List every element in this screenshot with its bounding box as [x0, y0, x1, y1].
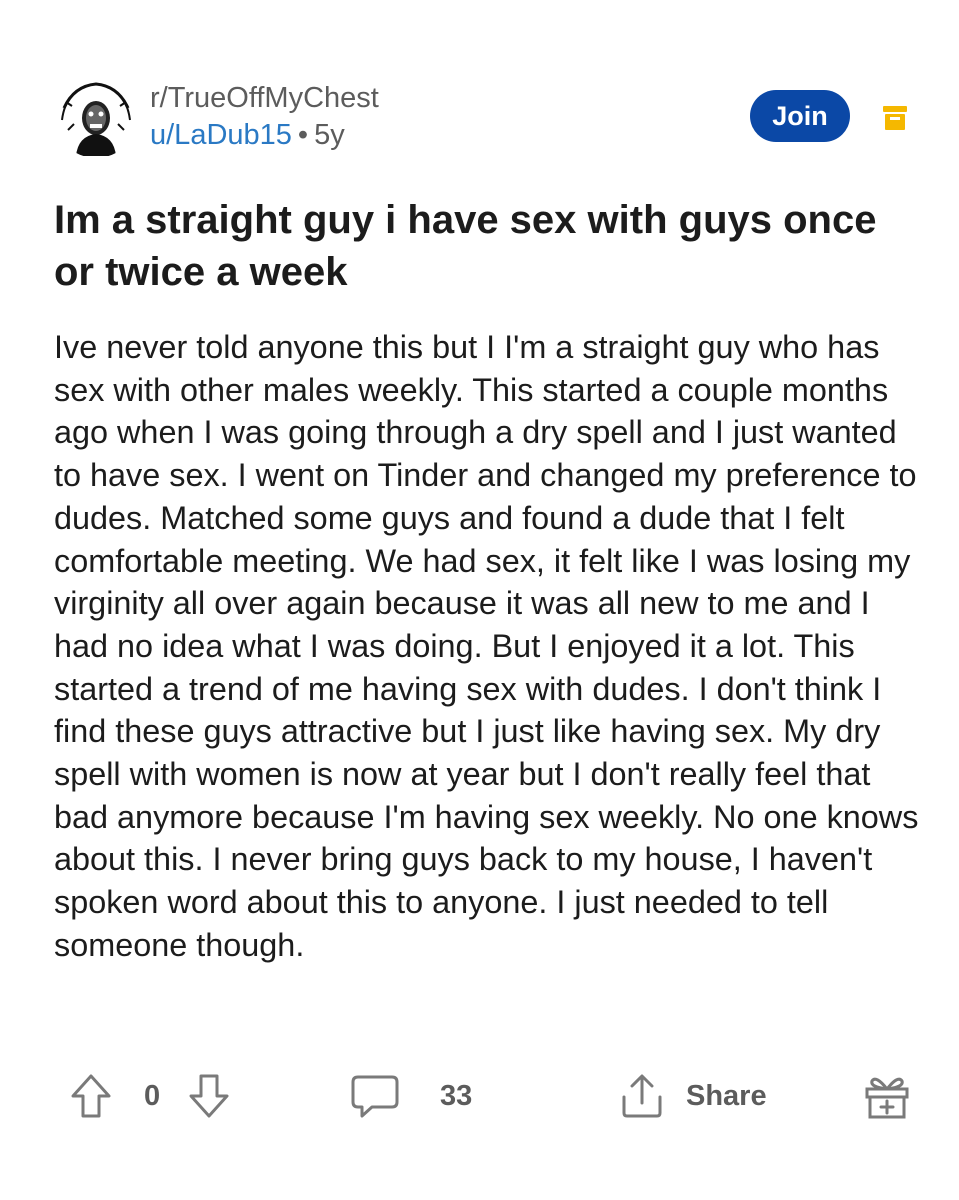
share-label: Share [686, 1079, 767, 1112]
vote-count: 0 [144, 1079, 161, 1112]
upvote-icon [70, 1073, 112, 1119]
share-icon [620, 1073, 664, 1119]
comment-count: 33 [440, 1079, 473, 1112]
comment-icon [350, 1073, 400, 1119]
post-age: 5y [314, 119, 345, 151]
archive-icon[interactable] [882, 104, 908, 132]
downvote-icon [188, 1073, 230, 1119]
join-button[interactable]: Join [750, 90, 850, 142]
share-button[interactable]: Share [620, 1064, 767, 1128]
award-icon [862, 1071, 912, 1121]
post-title: Im a straight guy i have sex with guys o… [54, 198, 877, 294]
author-username[interactable]: u/LaDub15 [150, 119, 292, 151]
upvote-button[interactable] [70, 1064, 112, 1128]
post-action-bar: 0 33 Share [0, 1064, 959, 1128]
award-button[interactable] [862, 1064, 912, 1128]
subreddit-name[interactable]: r/TrueOffMyChest [150, 80, 379, 116]
meta-separator: • [297, 119, 309, 151]
downvote-button[interactable] [188, 1064, 230, 1128]
post-header: r/TrueOffMyChest u/LaDub15 • 5y Join [54, 74, 914, 164]
subreddit-avatar[interactable] [54, 74, 138, 158]
post-body: Ive never told anyone this but I I'm a s… [54, 329, 919, 963]
comments-button[interactable] [350, 1064, 400, 1128]
